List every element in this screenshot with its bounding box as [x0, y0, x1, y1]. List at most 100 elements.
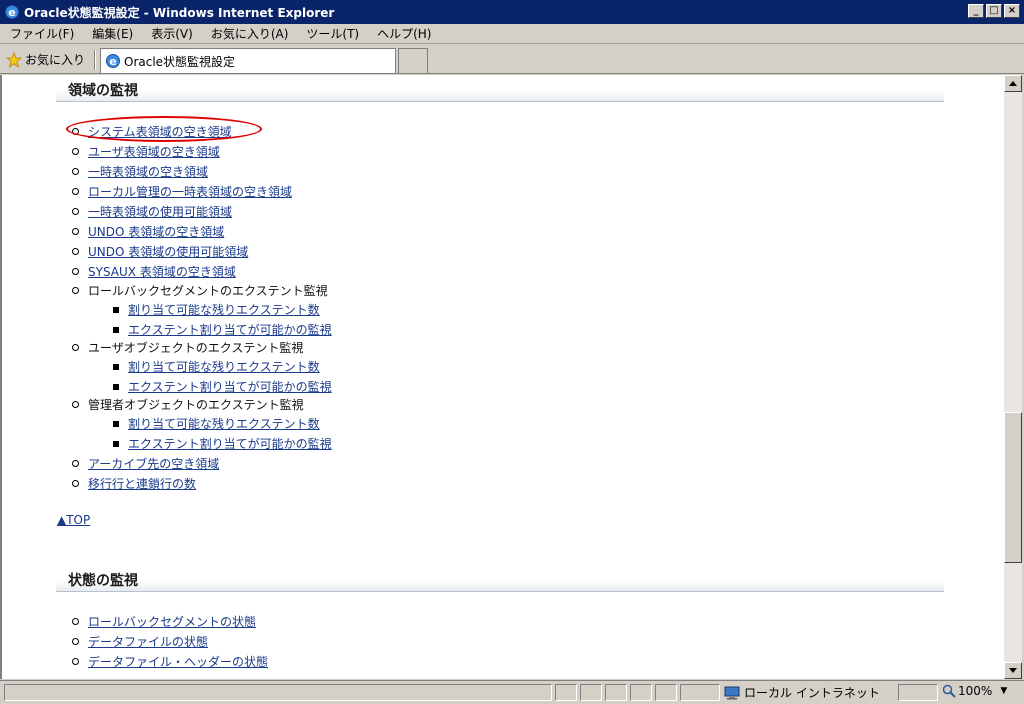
bullet-icon — [72, 168, 79, 175]
bullet-icon — [72, 268, 79, 275]
ie-icon: e — [106, 54, 120, 68]
link-sysaux-free[interactable]: SYSAUX 表領域の空き領域 — [88, 263, 236, 280]
status-panel — [605, 684, 627, 701]
protected-mode-panel[interactable] — [898, 684, 938, 701]
link-temp-tablespace[interactable]: 一時表領域の空き領域 — [88, 163, 208, 180]
link-user-tablespace[interactable]: ユーザ表領域の空き領域 — [88, 143, 220, 160]
status-text-panel — [4, 684, 552, 701]
bullet-icon — [72, 208, 79, 215]
menu-bar: ファイル(F) 編集(E) 表示(V) お気に入り(A) ツール(T) ヘルプ(… — [0, 24, 1024, 44]
status-panel — [630, 684, 652, 701]
favorites-bar: お気に入り e Oracle状態監視設定 — [0, 45, 1024, 74]
zoom-control[interactable]: 100% ▼ — [942, 684, 1007, 698]
bullet-icon — [72, 618, 79, 625]
square-bullet-icon — [113, 420, 119, 427]
bullet-icon — [72, 248, 79, 255]
group-label-user: ユーザオブジェクトのエクステント監視 — [88, 341, 304, 355]
section-title: 状態の監視 — [68, 573, 138, 589]
link-undo-usable[interactable]: UNDO 表領域の使用可能領域 — [88, 243, 248, 260]
list-item: ユーザ表領域の空き領域 — [72, 143, 220, 160]
list-item: ユーザオブジェクトのエクステント監視 — [72, 339, 303, 356]
list-item: ローカル管理の一時表領域の空き領域 — [72, 183, 292, 200]
bullet-icon — [72, 401, 79, 408]
link-rollback-alloc[interactable]: エクステント割り当てが可能かの監視 — [128, 321, 332, 338]
square-bullet-icon — [113, 326, 119, 333]
list-item: システム表領域の空き領域 — [72, 123, 232, 140]
minimize-button[interactable]: _ — [968, 4, 984, 18]
link-admin-remaining[interactable]: 割り当て可能な残りエクステント数 — [128, 415, 320, 432]
link-migrated-rows[interactable]: 移行行と連鎖行の数 — [88, 475, 196, 492]
square-bullet-icon — [113, 440, 119, 447]
vertical-scrollbar[interactable] — [1004, 75, 1022, 679]
section-title: 領域の監視 — [68, 83, 138, 99]
zoom-level: 100% — [958, 684, 993, 698]
sub-list-item: エクステント割り当てが可能かの監視 — [113, 321, 332, 338]
section-heading-status: 状態の監視 — [56, 567, 944, 592]
scroll-thumb[interactable] — [1004, 412, 1022, 563]
window-title: Oracle状態監視設定 - Windows Internet Explorer — [24, 5, 335, 20]
bullet-icon — [72, 128, 79, 135]
link-rollback-remaining[interactable]: 割り当て可能な残りエクステント数 — [128, 301, 320, 318]
bullet-icon — [72, 287, 79, 294]
bullet-icon — [72, 148, 79, 155]
link-datafile-header-status[interactable]: データファイル・ヘッダーの状態 — [88, 653, 268, 670]
link-admin-alloc[interactable]: エクステント割り当てが可能かの監視 — [128, 435, 332, 452]
sub-list-item: 割り当て可能な残りエクステント数 — [113, 415, 320, 432]
status-panel — [655, 684, 677, 701]
list-item: データファイルの状態 — [72, 633, 208, 650]
intranet-icon — [724, 686, 740, 699]
link-archive-dest[interactable]: アーカイブ先の空き領域 — [88, 455, 219, 472]
list-item: UNDO 表領域の使用可能領域 — [72, 243, 248, 260]
menu-favorites[interactable]: お気に入り(A) — [202, 25, 298, 42]
toolbar-divider — [94, 50, 96, 70]
menu-help[interactable]: ヘルプ(H) — [368, 25, 440, 42]
group-label-admin: 管理者オブジェクトのエクステント監視 — [88, 398, 304, 412]
link-local-temp-tablespace[interactable]: ローカル管理の一時表領域の空き領域 — [88, 183, 292, 200]
status-panel — [580, 684, 602, 701]
maximize-button[interactable]: □ — [986, 4, 1002, 18]
svg-text:e: e — [109, 55, 116, 68]
page-content[interactable]: 領域の監視 システム表領域の空き領域 ユーザ表領域の空き領域 一時表領域の空き領… — [0, 75, 1004, 679]
link-user-remaining[interactable]: 割り当て可能な残りエクステント数 — [128, 358, 320, 375]
close-button[interactable]: × — [1004, 4, 1020, 18]
sub-list-item: エクステント割り当てが可能かの監視 — [113, 435, 332, 452]
list-item: データファイル・ヘッダーの状態 — [72, 653, 268, 670]
chevron-down-icon: ▼ — [1000, 686, 1008, 696]
menu-file[interactable]: ファイル(F) — [0, 25, 83, 42]
link-system-tablespace[interactable]: システム表領域の空き領域 — [88, 123, 232, 140]
favorites-label: お気に入り — [25, 53, 86, 67]
bullet-icon — [72, 344, 79, 351]
list-item: 一時表領域の使用可能領域 — [72, 203, 232, 220]
menu-tools[interactable]: ツール(T) — [297, 25, 368, 42]
scroll-down-button[interactable] — [1004, 662, 1022, 679]
new-tab-button[interactable] — [398, 48, 428, 73]
sub-list-item: エクステント割り当てが可能かの監視 — [113, 378, 332, 395]
link-temp-usable[interactable]: 一時表領域の使用可能領域 — [88, 203, 232, 220]
bullet-icon — [72, 228, 79, 235]
link-user-alloc[interactable]: エクステント割り当てが可能かの監視 — [128, 378, 332, 395]
link-rollback-status[interactable]: ロールバックセグメントの状態 — [88, 613, 256, 630]
top-link[interactable]: ▲TOP — [57, 513, 90, 527]
window-title-bar[interactable]: e Oracle状態監視設定 - Windows Internet Explor… — [0, 0, 1024, 24]
square-bullet-icon — [113, 383, 119, 390]
status-panel — [680, 684, 720, 701]
list-item: SYSAUX 表領域の空き領域 — [72, 263, 236, 280]
arrow-up-icon — [1009, 81, 1017, 86]
link-undo-free[interactable]: UNDO 表領域の空き領域 — [88, 223, 224, 240]
link-datafile-status[interactable]: データファイルの状態 — [88, 633, 208, 650]
list-item: 一時表領域の空き領域 — [72, 163, 208, 180]
tab-oracle-status[interactable]: e Oracle状態監視設定 — [100, 48, 396, 73]
bullet-icon — [72, 638, 79, 645]
security-zone[interactable]: ローカル イントラネット — [724, 684, 880, 701]
list-item: アーカイブ先の空き領域 — [72, 455, 219, 472]
list-item: ロールバックセグメントのエクステント監視 — [72, 282, 328, 299]
scroll-up-button[interactable] — [1004, 75, 1022, 92]
bullet-icon — [72, 658, 79, 665]
menu-edit[interactable]: 編集(E) — [83, 25, 142, 42]
list-item: 管理者オブジェクトのエクステント監視 — [72, 396, 304, 413]
menu-view[interactable]: 表示(V) — [142, 25, 202, 42]
square-bullet-icon — [113, 306, 119, 313]
favorites-button[interactable]: お気に入り — [6, 51, 85, 68]
arrow-down-icon — [1009, 668, 1017, 673]
svg-text:e: e — [8, 6, 15, 19]
